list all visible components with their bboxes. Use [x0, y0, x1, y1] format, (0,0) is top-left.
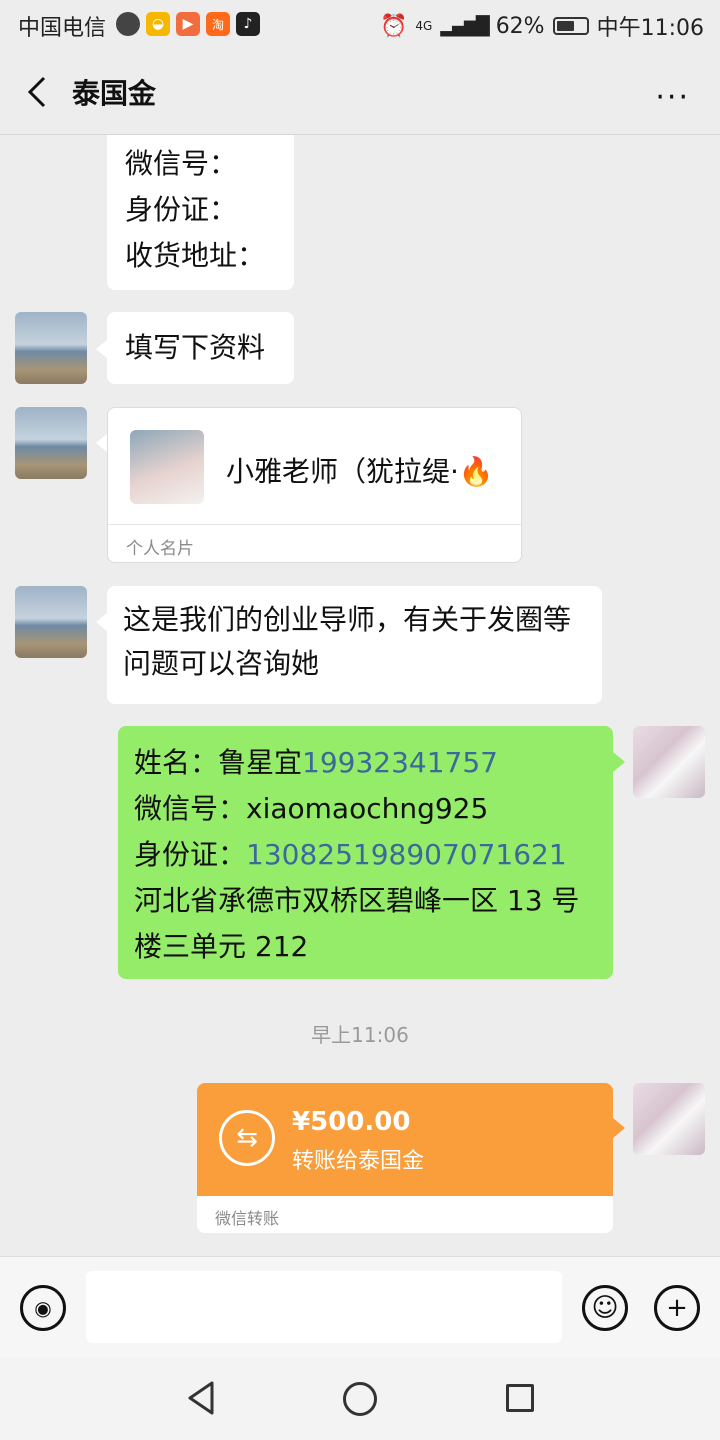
phone-link[interactable]: 19932341757	[302, 746, 498, 779]
smiley-icon: ☺	[591, 1293, 619, 1323]
transfer-icon: ⇆	[219, 1110, 275, 1166]
nav-back-icon[interactable]	[186, 1381, 216, 1415]
transfer-amount: ¥500.00	[292, 1107, 411, 1137]
app-icon-car: ◒	[146, 12, 170, 36]
own-line-wechat: 微信号：xiaomaochng925	[134, 792, 489, 825]
message-bubble[interactable]: 这是我们的创业导师，有关于发圈等问题可以咨询她	[107, 586, 602, 704]
id-number-link[interactable]: 130825198907071621	[246, 838, 567, 871]
contact-card[interactable]: 小雅老师（犹拉缇·🔥 个人名片	[107, 407, 522, 563]
battery-percent: 62%	[495, 13, 545, 39]
bubble-tail	[613, 1118, 625, 1138]
clock: 中午11:06	[596, 16, 704, 41]
fire-icon: 🔥	[458, 455, 494, 488]
transfer-label: 微信转账	[215, 1209, 280, 1228]
transfer-header: ⇆ ¥500.00 转账给泰国金	[197, 1083, 613, 1196]
my-avatar[interactable]	[633, 1083, 705, 1155]
app-icon-tiktok: ♪	[236, 12, 260, 36]
form-line-id: 身份证：	[125, 193, 238, 226]
signal-icon: ▂▄▆█	[440, 15, 489, 37]
voice-icon: ◉	[34, 1296, 52, 1320]
contact-avatar[interactable]	[15, 407, 87, 479]
app-icon-taobao: 淘	[206, 12, 230, 36]
app-icon-video: ▶	[176, 12, 200, 36]
status-bar: 中国电信 ◒ ▶ 淘 ♪ ⏰ 4G ▂▄▆█ 62% 中午11:06	[0, 0, 720, 50]
form-line-address: 收货地址：	[125, 239, 266, 272]
status-right: ⏰ 4G ▂▄▆█ 62% 中午11:06	[380, 10, 704, 42]
id-label: 身份证：	[134, 838, 247, 871]
contact-avatar[interactable]	[15, 586, 87, 658]
card-divider	[108, 524, 521, 525]
carrier-label: 中国电信	[18, 16, 107, 41]
transfer-description: 转账给泰国金	[292, 1149, 425, 1174]
chat-bubble-icon	[116, 12, 140, 36]
input-bar: ◉ ☺ +	[0, 1256, 720, 1357]
battery-fill	[556, 21, 574, 31]
own-message-bubble[interactable]: 姓名：鲁星宜19932341757 微信号：xiaomaochng925 身份证…	[118, 726, 613, 979]
more-functions-button[interactable]: +	[654, 1285, 700, 1331]
emoji-button[interactable]: ☺	[582, 1285, 628, 1331]
nav-home-icon[interactable]	[343, 1382, 377, 1416]
timestamp: 早上11:06	[311, 1023, 409, 1047]
voice-input-button[interactable]: ◉	[20, 1285, 66, 1331]
navigation-bar	[0, 1357, 720, 1440]
chat-area[interactable]: 微信号： 身份证： 收货地址： 填写下资料 小雅老师（犹拉缇·🔥 个人名片 这是…	[0, 135, 720, 1255]
card-avatar	[130, 430, 204, 504]
nav-recent-apps-icon[interactable]	[506, 1384, 534, 1412]
form-line-wechat: 微信号：	[125, 147, 238, 180]
back-button[interactable]	[20, 70, 60, 114]
bubble-tail	[613, 752, 625, 772]
network-label: 4G	[415, 19, 433, 33]
back-arrow-icon	[27, 76, 46, 108]
card-name-text: 小雅老师（犹拉缇·	[226, 455, 459, 488]
own-line-name: 姓名：鲁星宜19932341757	[134, 740, 597, 786]
message-bubble-form[interactable]: 微信号： 身份证： 收货地址：	[107, 135, 294, 290]
contact-avatar[interactable]	[15, 312, 87, 384]
alarm-icon: ⏰	[379, 13, 408, 39]
name-label: 姓名：鲁星宜	[134, 746, 303, 779]
card-name: 小雅老师（犹拉缇·🔥	[226, 450, 494, 490]
title-bar: 泰国金 ···	[0, 50, 720, 135]
plus-icon: +	[666, 1293, 688, 1323]
more-options-button[interactable]: ···	[655, 80, 690, 115]
chat-title: 泰国金	[72, 77, 157, 110]
message-bubble[interactable]: 填写下资料	[107, 312, 294, 384]
my-avatar[interactable]	[633, 726, 705, 798]
own-line-address: 河北省承德市双桥区碧峰一区 13 号楼三单元 212	[134, 884, 580, 963]
transfer-bubble[interactable]: ⇆ ¥500.00 转账给泰国金 微信转账	[197, 1083, 613, 1233]
message-input[interactable]	[86, 1271, 562, 1343]
battery-icon	[552, 17, 589, 35]
card-type-label: 个人名片	[126, 539, 194, 559]
own-line-id: 身份证：130825198907071621	[134, 832, 597, 878]
